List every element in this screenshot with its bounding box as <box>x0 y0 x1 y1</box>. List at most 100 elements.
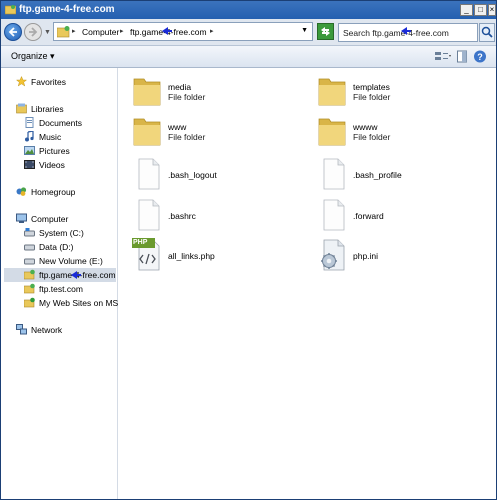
address-row: ▼ ▸ Computer ▸ ftp.game-4-free.com ▸ ▼ S… <box>1 19 496 46</box>
organize-label: Organize <box>11 51 48 61</box>
file-name: php.ini <box>353 251 379 261</box>
file-item-wwww[interactable]: wwww File folder <box>315 113 485 147</box>
minimize-button[interactable]: _ <box>460 4 473 16</box>
cursor-marker-icon <box>71 271 81 279</box>
generic-file-icon <box>323 158 345 190</box>
nav-label: My Web Sites on MSN <box>39 298 125 308</box>
generic-file-icon <box>138 158 160 190</box>
nav-label: Network <box>31 325 63 335</box>
svg-text:?: ? <box>477 52 483 62</box>
file-name: www <box>168 122 187 132</box>
ftp-location-icon <box>24 269 35 280</box>
documents-icon <box>25 117 34 128</box>
nav-label: Homegroup <box>31 187 76 197</box>
address-bar[interactable]: ▸ Computer ▸ ftp.game-4-free.com ▸ ▼ <box>53 22 313 41</box>
file-type: File folder <box>168 132 206 142</box>
recent-pages-dropdown[interactable]: ▼ <box>44 29 51 36</box>
ftp-location-icon <box>57 26 70 38</box>
file-item-php-ini[interactable]: php.ini <box>315 237 485 271</box>
breadcrumb-separator-icon[interactable]: ▸ <box>72 27 76 35</box>
back-button[interactable] <box>4 23 22 41</box>
file-name: wwww <box>353 122 378 132</box>
folder-icon <box>133 78 161 106</box>
php-badge: PHP <box>133 239 148 246</box>
file-name: media <box>168 82 192 92</box>
nav-label: Pictures <box>39 146 70 156</box>
computer-icon <box>16 213 27 223</box>
search-button[interactable] <box>479 23 495 42</box>
refresh-icon <box>321 27 330 36</box>
navigation-pane: Favorites Libraries Documents Music Pict… <box>1 68 124 499</box>
nav-label: Videos <box>39 160 65 170</box>
file-type: File folder <box>168 92 206 102</box>
web-sites-icon <box>24 297 35 308</box>
videos-icon <box>24 160 35 169</box>
ftp-location-icon <box>24 283 35 294</box>
ftp-folder-icon <box>5 5 16 15</box>
file-name: .forward <box>353 211 384 221</box>
back-arrow-icon <box>8 27 17 37</box>
folder-icon <box>318 78 346 106</box>
file-name: all_links.php <box>168 251 215 261</box>
change-view-icon[interactable] <box>434 50 452 63</box>
address-dropdown-icon[interactable]: ▼ <box>301 27 308 34</box>
drive-icon <box>24 258 35 265</box>
music-icon <box>25 131 34 142</box>
file-item-bashrc[interactable]: .bashrc <box>130 197 300 231</box>
file-item-forward[interactable]: .forward <box>315 197 485 231</box>
libraries-icon <box>16 103 27 114</box>
window-title: ftp.game-4-free.com <box>19 4 115 15</box>
nav-label: New Volume (E:) <box>39 256 103 266</box>
nav-label: Music <box>39 132 62 142</box>
organize-button[interactable]: Organize ▾ <box>11 51 55 62</box>
folder-icon <box>318 118 346 146</box>
file-item-www[interactable]: www File folder <box>130 113 300 147</box>
breadcrumb-separator-icon[interactable]: ▸ <box>210 27 214 35</box>
file-item-bash-logout[interactable]: .bash_logout <box>130 156 300 190</box>
nav-label: Computer <box>31 214 69 224</box>
search-placeholder: Search ftp.game-4-free.com <box>343 28 449 38</box>
nav-label: Libraries <box>31 104 64 114</box>
nav-label: Favorites <box>31 77 66 87</box>
search-icon <box>481 26 493 38</box>
network-icon <box>16 324 27 335</box>
file-item-templates[interactable]: templates File folder <box>315 73 485 107</box>
settings-file-icon <box>321 239 345 271</box>
file-type: File folder <box>353 92 391 102</box>
nav-label: Documents <box>39 118 82 128</box>
refresh-button[interactable] <box>317 23 334 40</box>
breadcrumb-computer[interactable]: Computer <box>82 27 119 37</box>
generic-file-icon <box>323 199 345 231</box>
cursor-marker-icon <box>401 27 411 35</box>
nav-label: System (C:) <box>39 228 84 238</box>
file-item-bash-profile[interactable]: .bash_profile <box>315 156 485 190</box>
file-name: .bash_logout <box>168 170 217 180</box>
file-type: File folder <box>353 132 391 142</box>
star-icon <box>16 76 27 87</box>
generic-file-icon <box>138 199 160 231</box>
folder-icon <box>133 118 161 146</box>
command-bar: Organize ▾ ? <box>1 46 496 68</box>
file-list: media File folder templates File folder … <box>118 68 496 499</box>
breadcrumb-separator-icon[interactable]: ▸ <box>120 27 124 35</box>
file-name: .bashrc <box>168 211 196 221</box>
nav-label: ftp.test.com <box>39 284 83 294</box>
file-name: templates <box>353 82 390 92</box>
file-item-all-links-php[interactable]: PHP all_links.php <box>130 237 300 271</box>
drive-icon <box>24 244 35 251</box>
close-button[interactable]: × <box>488 4 496 16</box>
maximize-button[interactable]: □ <box>474 4 487 16</box>
explorer-window: ftp.game-4-free.com _ □ × ▼ ▸ Computer ▸… <box>0 0 497 500</box>
forward-arrow-icon <box>29 27 38 37</box>
file-item-media[interactable]: media File folder <box>130 73 300 107</box>
title-bar[interactable]: ftp.game-4-free.com _ □ × <box>1 1 496 19</box>
drive-system-icon <box>24 228 35 237</box>
cursor-marker-icon <box>162 27 172 35</box>
help-icon[interactable]: ? <box>473 50 487 63</box>
preview-pane-icon[interactable] <box>457 50 467 63</box>
pictures-icon <box>24 146 35 155</box>
forward-button[interactable] <box>24 23 42 41</box>
nav-ftp-game[interactable]: ftp.game-4-free.com <box>4 268 116 282</box>
file-name: .bash_profile <box>353 170 402 180</box>
nav-label: Data (D:) <box>39 242 74 252</box>
